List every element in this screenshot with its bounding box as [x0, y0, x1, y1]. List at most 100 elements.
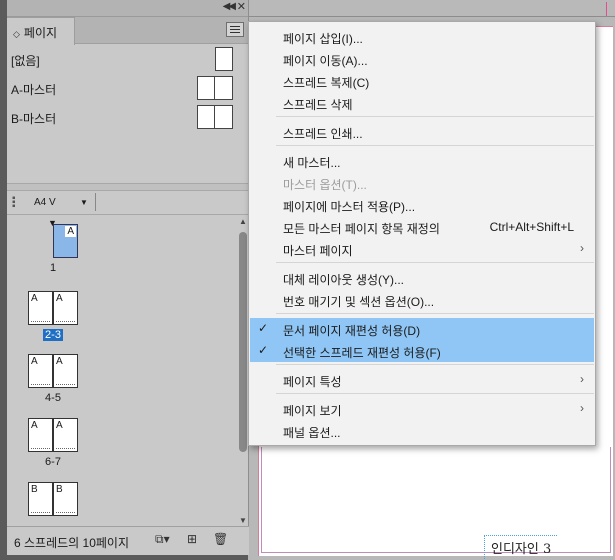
master-page-thumb[interactable] — [215, 105, 233, 129]
page-thumb[interactable]: A — [53, 224, 78, 258]
menu-item[interactable]: 스프레드 복제(C) — [250, 70, 594, 92]
master-prefix: A — [31, 293, 38, 304]
master-page-thumb[interactable] — [197, 105, 215, 129]
toolbar-separator — [95, 193, 96, 211]
page-spread[interactable]: BB — [23, 482, 83, 516]
panel-title-bar: ◀◀ ✕ — [7, 0, 248, 17]
pages-scrollbar[interactable]: ▲ ▼ — [238, 216, 248, 526]
page-thumb[interactable]: B — [28, 482, 53, 516]
menu-item[interactable]: 대체 레이아웃 생성(Y)... — [250, 267, 594, 289]
edit-page-size-icon[interactable]: ⧉▾ — [155, 532, 170, 547]
scroll-up-icon[interactable]: ▲ — [239, 217, 247, 226]
menu-item[interactable]: 패널 옵션... — [250, 420, 594, 442]
close-panel-icon[interactable]: ✕ — [237, 0, 246, 13]
page-thumb[interactable]: A — [28, 354, 53, 388]
menu-item[interactable]: 번호 매기기 및 섹션 옵션(O)... — [250, 289, 594, 311]
master-item[interactable]: [없음] — [11, 47, 233, 71]
page-margin-guide — [261, 447, 611, 553]
menu-item-label: 스프레드 복제(C) — [283, 76, 370, 90]
page-thumb[interactable]: B — [53, 482, 78, 516]
checkmark-icon: ✓ — [258, 321, 269, 335]
master-thumbnail[interactable] — [197, 76, 233, 100]
menu-item-label: 패널 옵션... — [283, 426, 341, 440]
menu-item[interactable]: 페이지에 마스터 적용(P)... — [250, 194, 594, 216]
spread-label[interactable]: 6-7 — [23, 456, 83, 468]
scroll-down-icon[interactable]: ▼ — [239, 516, 247, 525]
tab-expand-icon: ◇ — [13, 29, 20, 39]
master-page-thumb[interactable] — [197, 76, 215, 100]
page-footer-guide — [56, 512, 75, 513]
section-divider[interactable] — [7, 183, 249, 191]
menu-item[interactable]: 페이지 삽입(I)... — [250, 26, 594, 48]
page-thumb[interactable]: A — [53, 354, 78, 388]
master-prefix: A — [65, 226, 76, 237]
menu-item-label: 마스터 페이지 — [283, 244, 353, 258]
page-thumb[interactable]: A — [53, 418, 78, 452]
master-prefix: A — [56, 420, 63, 431]
master-page-thumb[interactable] — [215, 47, 233, 71]
page-thumb[interactable]: A — [53, 291, 78, 325]
tab-pages-label: 페이지 — [23, 26, 58, 40]
master-prefix: A — [56, 356, 63, 367]
master-thumbnail[interactable] — [215, 47, 233, 71]
master-prefix: A — [31, 356, 38, 367]
menu-item[interactable]: 페이지 보기 › — [250, 398, 594, 420]
menu-item[interactable]: 페이지 특성 › — [250, 369, 594, 391]
master-prefix: A — [56, 293, 63, 304]
menu-item: 마스터 옵션(T)... — [250, 172, 594, 194]
spread-label[interactable]: 4-5 — [23, 392, 83, 404]
master-item[interactable]: A-마스터 — [11, 76, 233, 100]
page-spread[interactable]: A A 2-3 — [23, 291, 83, 341]
page-footer-guide — [56, 448, 75, 449]
menu-item-label: 번호 매기기 및 섹션 옵션(O)... — [283, 295, 435, 309]
menu-item-label: 스프레드 삭제 — [283, 98, 353, 112]
scrollbar-thumb[interactable] — [239, 232, 247, 452]
menu-item-label: 페이지 삽입(I)... — [283, 32, 363, 46]
page-size-select[interactable]: A4 V — [34, 197, 56, 208]
menu-item-label: 마스터 옵션(T)... — [283, 178, 367, 192]
page-thumb[interactable]: A — [28, 291, 53, 325]
menu-separator — [276, 145, 594, 146]
menu-item[interactable]: 스프레드 인쇄... — [250, 121, 594, 143]
spread-label[interactable]: 2-3 — [43, 329, 63, 341]
page-footer-guide — [56, 321, 75, 322]
page-footer-guide — [56, 384, 75, 385]
menu-separator — [276, 393, 594, 394]
page-spread[interactable]: ▼ A 1 — [23, 218, 83, 274]
panel-footer: 6 스프레드의 10페이지 ⧉▾ ⊞ 🗑 — [7, 526, 249, 555]
menu-item[interactable]: 새 마스터... — [250, 150, 594, 172]
master-thumbnail[interactable] — [197, 105, 233, 129]
new-page-icon[interactable]: ⊞ — [187, 532, 197, 546]
pages-list[interactable]: ▼ A 1 A A 2-3 A A 4-5 A A 6-7 B B — [7, 216, 239, 526]
menu-separator — [276, 313, 594, 314]
menu-separator — [276, 116, 594, 117]
menu-item[interactable]: 페이지 이동(A)... — [250, 48, 594, 70]
panel-menu-button[interactable] — [226, 22, 244, 37]
page-footer-guide — [31, 384, 50, 385]
menu-item-label: 페이지 특성 — [283, 375, 342, 389]
menu-item[interactable]: ✓ 선택한 스프레드 재편성 허용(F) — [250, 340, 594, 362]
grip-icon[interactable]: ▪ ▪ ▪ — [12, 194, 15, 212]
page-thumb[interactable]: A — [28, 418, 53, 452]
trash-icon[interactable]: 🗑 — [213, 532, 228, 546]
menu-item-label: 대체 레이아웃 생성(Y)... — [283, 273, 404, 287]
tab-pages[interactable]: ◇ 페이지 — [7, 17, 75, 45]
page-footer-text[interactable]: 인디자인 3 — [484, 535, 558, 559]
menu-item[interactable]: ✓ 문서 페이지 재편성 허용(D) — [250, 318, 594, 340]
menu-item-label: 문서 페이지 재편성 허용(D) — [283, 324, 421, 338]
master-page-thumb[interactable] — [215, 76, 233, 100]
page-size-caret-icon[interactable]: ▼ — [80, 198, 88, 207]
menu-item-label: 선택한 스프레드 재편성 허용(F) — [283, 346, 441, 360]
canvas-ruler — [248, 0, 615, 17]
menu-item[interactable]: 스프레드 삭제 — [250, 92, 594, 114]
page-spread[interactable]: A A 4-5 — [23, 354, 83, 404]
collapse-panel-icon[interactable]: ◀◀ — [223, 1, 236, 12]
checkmark-icon: ✓ — [258, 343, 269, 357]
submenu-arrow-icon: › — [580, 401, 584, 415]
menu-item[interactable]: 마스터 페이지 › — [250, 238, 594, 260]
master-item[interactable]: B-마스터 — [11, 105, 233, 129]
page-spread[interactable]: A A 6-7 — [23, 418, 83, 468]
menu-item-label: 스프레드 인쇄... — [283, 127, 363, 141]
spread-label[interactable]: 1 — [23, 262, 83, 274]
menu-item[interactable]: 모든 마스터 페이지 항목 재정의 Ctrl+Alt+Shift+L — [250, 216, 594, 238]
